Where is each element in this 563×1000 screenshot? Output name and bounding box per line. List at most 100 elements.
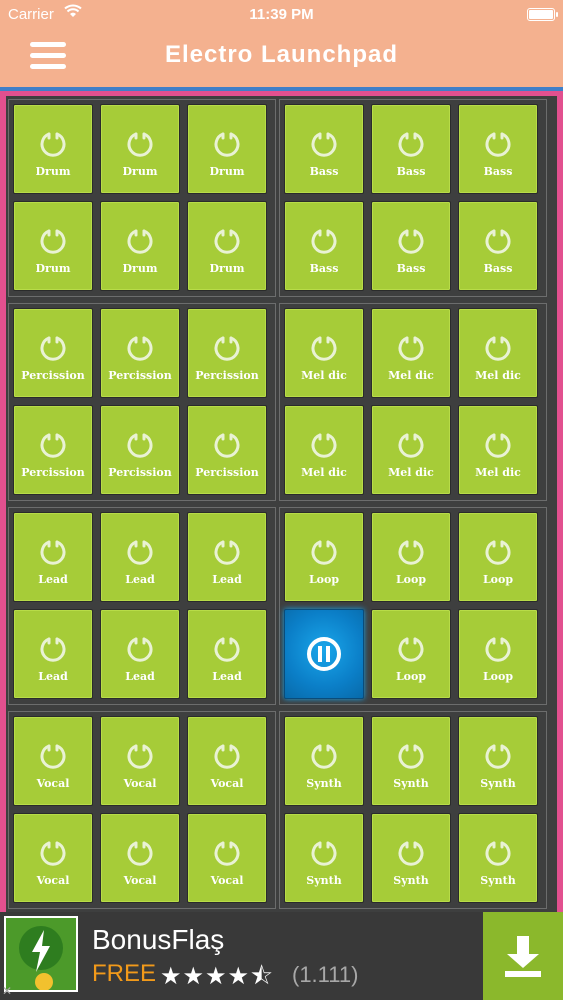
pad-label: Drum [35,262,71,275]
ad-app-icon[interactable] [4,916,78,992]
pad-synth[interactable]: Synth [458,716,538,806]
status-bar: Carrier 11:39 PM [0,0,563,30]
loop-ring-icon [398,744,424,769]
pad-label: Mel dic [301,369,347,382]
section-vocal: Vocal Vocal Vocal Vocal Vocal Vocal [8,711,276,909]
pad-vocal[interactable]: Vocal [100,716,180,806]
loop-ring-icon [127,637,153,662]
pad-drum[interactable]: Drum [187,104,267,194]
pad-label: Drum [35,165,71,178]
pad-loop[interactable]: Loop [371,512,451,602]
loop-ring-icon [214,336,240,361]
pad-loop[interactable]: Loop [371,609,451,699]
pad-vocal[interactable]: Vocal [13,813,93,903]
ad-banner[interactable]: ✕ BonusFlaş FREE ★★★★⯪ (1.111) [0,912,563,1000]
pad-drum[interactable]: Drum [187,201,267,291]
loop-ring-icon [214,841,240,866]
section-loop: Loop Loop Loop Loop Loop [279,507,547,705]
pad-melodic[interactable]: Mel dic [371,308,451,398]
pad-percussion[interactable]: Percission [187,308,267,398]
pad-label: Synth [306,777,342,790]
pad-bass[interactable]: Bass [284,104,364,194]
pad-percussion[interactable]: Percission [100,405,180,495]
ad-download-button[interactable] [483,912,563,1000]
pad-bass[interactable]: Bass [458,104,538,194]
pad-synth[interactable]: Synth [371,716,451,806]
loop-ring-icon [485,229,511,254]
pad-melodic[interactable]: Mel dic [284,405,364,495]
loop-ring-icon [485,841,511,866]
loop-ring-icon [40,336,66,361]
section-percussion: Percission Percission Percission Percission… [8,303,276,501]
pad-drum[interactable]: Drum [100,104,180,194]
pad-label: Bass [309,165,339,178]
pad-synth[interactable]: Synth [284,716,364,806]
pad-melodic[interactable]: Mel dic [371,405,451,495]
ad-close-icon[interactable]: ✕ [2,984,16,998]
pad-label: Vocal [210,874,244,887]
pad-loop[interactable]: Loop [458,512,538,602]
pad-bass[interactable]: Bass [458,201,538,291]
pad-label: Loop [482,670,514,683]
pad-loop-active[interactable] [284,609,364,699]
ad-rating-stars: ★★★★⯪ [160,963,274,990]
pad-vocal[interactable]: Vocal [187,813,267,903]
pad-bass[interactable]: Bass [371,201,451,291]
download-icon [505,936,541,977]
pad-vocal[interactable]: Vocal [187,716,267,806]
ad-review-count: (1.111) [292,962,359,987]
pad-label: Vocal [210,777,244,790]
loop-ring-icon [127,229,153,254]
pad-lead[interactable]: Lead [100,609,180,699]
pad-lead[interactable]: Lead [100,512,180,602]
pad-drum[interactable]: Drum [13,104,93,194]
loop-ring-icon [214,132,240,157]
pad-drum[interactable]: Drum [13,201,93,291]
pad-label: Lead [212,573,242,586]
pad-label: Mel dic [388,466,434,479]
loop-ring-icon [40,841,66,866]
pad-synth[interactable]: Synth [458,813,538,903]
section-drum: Drum Drum Drum Drum Drum Drum [8,99,276,297]
loop-ring-icon [214,229,240,254]
pad-lead[interactable]: Lead [13,609,93,699]
pad-label: Percission [195,369,259,382]
pad-label: Loop [395,670,427,683]
pad-lead[interactable]: Lead [187,512,267,602]
pad-bass[interactable]: Bass [371,104,451,194]
loop-ring-icon [485,744,511,769]
pad-synth[interactable]: Synth [371,813,451,903]
pad-lead[interactable]: Lead [13,512,93,602]
loop-ring-icon [40,637,66,662]
pad-synth[interactable]: Synth [284,813,364,903]
pad-percussion[interactable]: Percission [13,405,93,495]
loop-ring-icon [127,433,153,458]
pad-lead[interactable]: Lead [187,609,267,699]
pad-label: Mel dic [301,466,347,479]
pad-drum[interactable]: Drum [100,201,180,291]
pad-label: Bass [483,262,513,275]
pad-percussion[interactable]: Percission [100,308,180,398]
page-title: Electro Launchpad [164,41,399,68]
pad-loop[interactable]: Loop [284,512,364,602]
loop-ring-icon [398,540,424,565]
pad-vocal[interactable]: Vocal [13,716,93,806]
pad-label: Drum [122,165,158,178]
pad-melodic[interactable]: Mel dic [458,308,538,398]
pad-loop[interactable]: Loop [458,609,538,699]
pad-vocal[interactable]: Vocal [100,813,180,903]
pad-label: Percission [21,466,85,479]
pad-percussion[interactable]: Percission [187,405,267,495]
pad-bass[interactable]: Bass [284,201,364,291]
section-bass: Bass Bass Bass Bass Bass Bass [279,99,547,297]
pad-percussion[interactable]: Percission [13,308,93,398]
pad-label: Mel dic [388,369,434,382]
loop-ring-icon [311,132,337,157]
loop-ring-icon [398,229,424,254]
loop-ring-icon [127,841,153,866]
pad-melodic[interactable]: Mel dic [458,405,538,495]
loop-ring-icon [485,637,511,662]
pad-melodic[interactable]: Mel dic [284,308,364,398]
pad-label: Bass [483,165,513,178]
loop-ring-icon [214,433,240,458]
